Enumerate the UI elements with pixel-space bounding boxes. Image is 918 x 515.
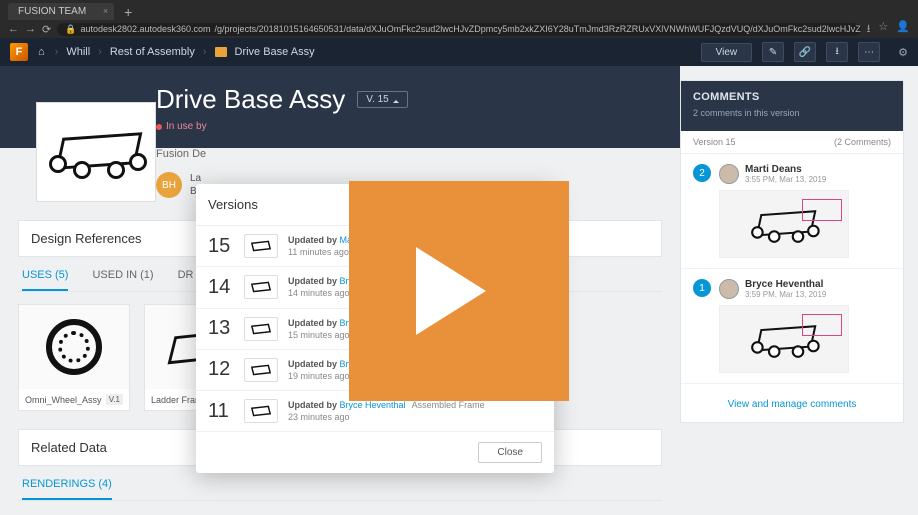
markup-box <box>802 199 842 221</box>
tab-used-in[interactable]: USED IN (1) <box>92 269 153 291</box>
crumb-2[interactable]: Rest of Assembly <box>110 46 195 58</box>
browser-tab[interactable]: FUSION TEAM × <box>8 3 114 20</box>
tab-uses[interactable]: USES (5) <box>22 269 68 291</box>
card-version: V.1 <box>106 394 123 405</box>
close-tab-icon[interactable]: × <box>103 6 108 16</box>
version-thumb <box>244 275 278 299</box>
url-host: autodesk2802.autodesk360.com <box>80 24 210 34</box>
version-info: Updated by Bryce HeventhalAssembled Fram… <box>288 399 542 423</box>
commenter-name: Bryce Heventhal <box>745 279 826 290</box>
play-overlay-icon[interactable] <box>349 181 569 401</box>
settings-icon[interactable]: ⚙ <box>898 46 908 59</box>
comments-sub: 2 comments in this version <box>693 108 800 118</box>
download-icon[interactable]: ⭳ <box>826 42 848 62</box>
version-number: 14 <box>208 276 234 299</box>
version-thumb <box>244 317 278 341</box>
crumb-1[interactable]: Whill <box>66 46 90 58</box>
comments-panel: COMMENTS 2 comments in this version Vers… <box>680 80 904 423</box>
author-avatar: BH <box>156 172 182 198</box>
new-tab-button[interactable]: + <box>120 4 136 20</box>
commenter-avatar <box>719 164 739 184</box>
tab-drawings[interactable]: DR <box>178 269 194 291</box>
view-comments-link[interactable]: View and manage comments <box>728 399 857 410</box>
download-icon[interactable]: ⭳ <box>867 20 871 39</box>
edit-icon[interactable]: ✎ <box>762 42 784 62</box>
description: Fusion De <box>156 148 662 160</box>
lock-icon: 🔒 <box>65 24 76 35</box>
home-icon[interactable]: ⌂ <box>38 46 45 58</box>
comment-image <box>719 305 849 373</box>
back-button[interactable]: ← <box>8 23 19 35</box>
tab-title: FUSION TEAM <box>18 6 86 17</box>
crumb-3[interactable]: Drive Base Assy <box>235 46 315 58</box>
more-icon[interactable]: ⋯ <box>858 42 880 62</box>
browser-chrome: FUSION TEAM × + ← → ⟳ 🔒 autodesk2802.aut… <box>0 0 918 38</box>
version-thumb <box>244 358 278 382</box>
version-number: 12 <box>208 358 234 381</box>
share-icon[interactable]: 🔗 <box>794 42 816 62</box>
close-popup-button[interactable]: Close <box>478 442 542 463</box>
app-header: F ⌂ ›Whill ›Rest of Assembly › Drive Bas… <box>0 38 918 66</box>
card-label: Omni_Wheel_Assy <box>25 395 102 405</box>
omni-wheel-icon <box>46 319 102 375</box>
comments-heading: COMMENTS <box>693 91 891 103</box>
version-thumb <box>244 234 278 258</box>
in-use-badge: In use by <box>156 121 662 132</box>
commenter-avatar <box>719 279 739 299</box>
commenter-name: Marti Deans <box>745 164 826 175</box>
comment-item[interactable]: 2 Marti Deans 3:55 PM, Mar 13, 2019 <box>681 154 903 269</box>
tab-renderings[interactable]: RENDERINGS (4) <box>22 478 112 500</box>
markup-box <box>802 314 842 336</box>
version-thumb <box>244 399 278 423</box>
item-thumbnail <box>36 102 156 202</box>
forward-button[interactable]: → <box>25 23 36 35</box>
comment-date: 3:55 PM, Mar 13, 2019 <box>745 175 826 184</box>
comment-badge: 2 <box>693 164 711 182</box>
comments-version-label: Version 15 <box>693 137 736 147</box>
popup-title: Versions <box>208 197 258 212</box>
address-bar[interactable]: 🔒 autodesk2802.autodesk360.com /g/projec… <box>57 23 860 36</box>
version-number: 15 <box>208 235 234 258</box>
comment-date: 3:59 PM, Mar 13, 2019 <box>745 290 826 299</box>
version-dropdown[interactable]: V. 15 <box>357 91 407 108</box>
comment-image <box>719 190 849 258</box>
version-number: 13 <box>208 317 234 340</box>
main-content: Drive Base Assy V. 15 In use by Fusion D… <box>0 66 918 515</box>
fusion-logo[interactable]: F <box>10 43 28 61</box>
reload-button[interactable]: ⟳ <box>42 23 51 36</box>
version-number: 11 <box>208 400 234 423</box>
comment-badge: 1 <box>693 279 711 297</box>
page-title: Drive Base Assy <box>156 84 345 115</box>
profile-icon[interactable]: 👤 <box>896 20 910 39</box>
star-icon[interactable]: ☆ <box>878 20 888 39</box>
view-button[interactable]: View <box>701 43 753 62</box>
comment-item[interactable]: 1 Bryce Heventhal 3:59 PM, Mar 13, 2019 <box>681 269 903 384</box>
url-path: /g/projects/20181015164650531/data/dXJuO… <box>215 24 861 34</box>
ref-card[interactable]: Omni_Wheel_Assy V.1 <box>18 304 130 411</box>
comments-count-label: (2 Comments) <box>834 137 891 147</box>
folder-icon <box>215 47 227 57</box>
breadcrumb: ›Whill ›Rest of Assembly › Drive Base As… <box>55 46 315 58</box>
